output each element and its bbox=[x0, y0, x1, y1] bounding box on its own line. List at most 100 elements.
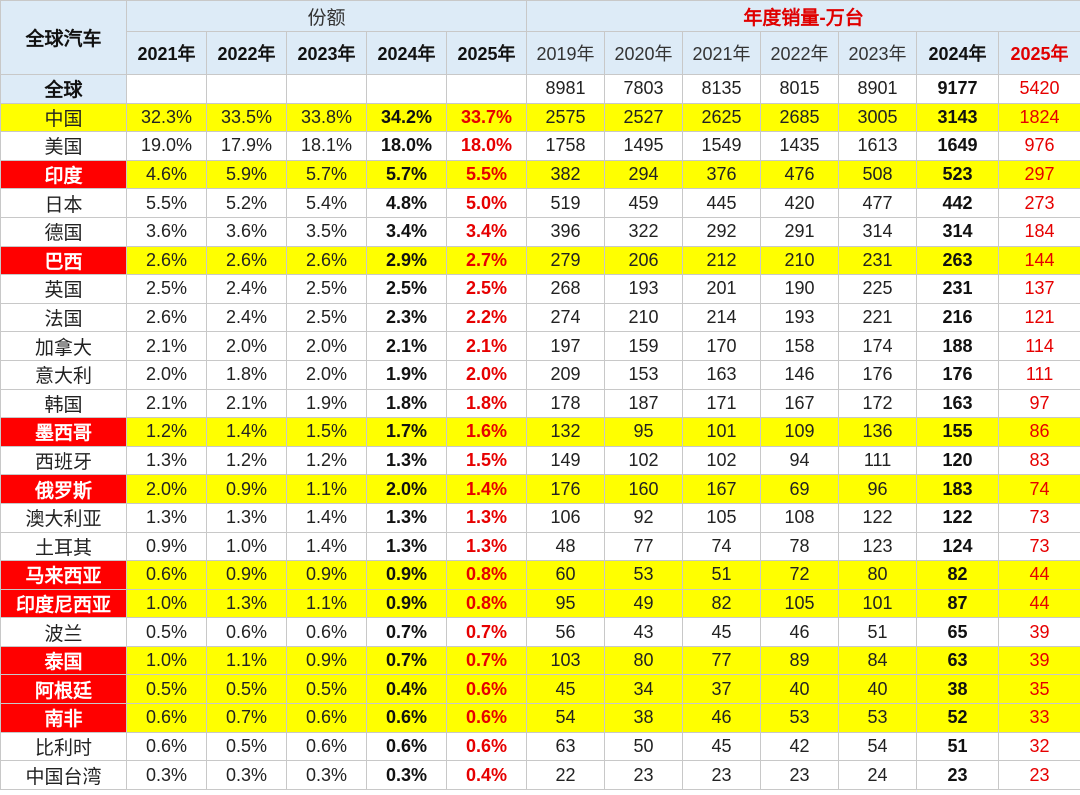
sales-cell: 163 bbox=[916, 388, 1000, 419]
share-cell: 1.3% bbox=[366, 502, 447, 533]
sales-cell: 193 bbox=[604, 274, 684, 304]
share-cell: 0.7% bbox=[445, 645, 528, 676]
share-cell: 0.3% bbox=[206, 760, 287, 790]
sales-cell: 108 bbox=[760, 502, 840, 533]
share-cell: 0.9% bbox=[206, 474, 287, 504]
share-cell: 2.3% bbox=[366, 302, 447, 333]
country-name: 法国 bbox=[0, 302, 127, 333]
share-cell: 1.3% bbox=[445, 531, 528, 562]
sales-cell: 120 bbox=[916, 445, 1000, 476]
share-year-header: 2025年 bbox=[445, 31, 528, 75]
sales-cell: 51 bbox=[838, 617, 918, 647]
sales-cell: 210 bbox=[760, 245, 840, 276]
share-cell: 0.5% bbox=[206, 731, 287, 762]
sales-cell: 38 bbox=[916, 674, 1000, 705]
sales-cell: 268 bbox=[526, 274, 606, 304]
sales-cell: 105 bbox=[760, 588, 840, 619]
sales-cell: 314 bbox=[838, 216, 918, 247]
sales-cell: 122 bbox=[916, 502, 1000, 533]
country-name: 印度尼西亚 bbox=[0, 588, 127, 619]
sales-cell: 176 bbox=[916, 359, 1000, 390]
country-name: 南非 bbox=[0, 703, 127, 733]
share-cell: 2.9% bbox=[366, 245, 447, 276]
sales-cell: 158 bbox=[760, 331, 840, 361]
sales-cell: 273 bbox=[998, 188, 1080, 218]
sales-cell: 121 bbox=[998, 302, 1080, 333]
sales-cell: 24 bbox=[838, 760, 918, 790]
sales-cell: 82 bbox=[916, 560, 1000, 590]
share-cell: 5.0% bbox=[445, 188, 528, 218]
share-cell: 2.0% bbox=[445, 359, 528, 390]
sales-cell: 97 bbox=[998, 388, 1080, 419]
sales-year-header: 2022年 bbox=[760, 31, 840, 75]
table-row: 印度尼西亚 1.0% 1.3% 1.1% 0.9% 0.8% 95 49 82 105 101 87 4… bbox=[0, 588, 1080, 619]
sales-cell: 23 bbox=[760, 760, 840, 790]
sales-cell: 2685 bbox=[760, 102, 840, 133]
share-cell: 2.2% bbox=[445, 302, 528, 333]
share-cell: 1.4% bbox=[286, 531, 367, 562]
sales-cell: 523 bbox=[916, 159, 1000, 190]
sales-year-header: 2019年 bbox=[526, 31, 606, 75]
share-cell: 1.0% bbox=[126, 588, 207, 619]
share-year-header: 2023年 bbox=[286, 31, 367, 75]
country-name: 巴西 bbox=[0, 245, 127, 276]
country-name: 英国 bbox=[0, 274, 127, 304]
sales-cell: 49 bbox=[604, 588, 684, 619]
sales-cell: 231 bbox=[838, 245, 918, 276]
sales-cell: 102 bbox=[682, 445, 762, 476]
sales-year-header: 2021年 bbox=[682, 31, 762, 75]
sales-cell: 106 bbox=[526, 502, 606, 533]
sales-cell: 210 bbox=[604, 302, 684, 333]
share-cell: 1.4% bbox=[206, 417, 287, 447]
country-name: 加拿大 bbox=[0, 331, 127, 361]
share-cell: 2.0% bbox=[366, 474, 447, 504]
share-cell: 19.0% bbox=[126, 131, 207, 161]
sales-cell: 43 bbox=[604, 617, 684, 647]
share-cell: 2.0% bbox=[126, 359, 207, 390]
share-cell: 1.3% bbox=[126, 502, 207, 533]
share-cell: 0.6% bbox=[445, 674, 528, 705]
sales-year-header: 2025年 bbox=[998, 31, 1080, 75]
sales-cell: 95 bbox=[526, 588, 606, 619]
sales-cell: 53 bbox=[604, 560, 684, 590]
sales-cell: 172 bbox=[838, 388, 918, 419]
table-body: 全球 8981 7803 8135 8015 8901 9177 5420 中国 32.3% 33.… bbox=[0, 74, 1080, 790]
sales-cell: 83 bbox=[998, 445, 1080, 476]
share-cell: 1.3% bbox=[126, 445, 207, 476]
share-cell: 0.6% bbox=[126, 703, 207, 733]
share-cell: 1.7% bbox=[366, 417, 447, 447]
share-cell: 0.3% bbox=[366, 760, 447, 790]
sales-cell: 72 bbox=[760, 560, 840, 590]
sales-cell: 1649 bbox=[916, 131, 1000, 161]
share-group-header: 份额 bbox=[125, 0, 528, 32]
share-cell: 0.6% bbox=[445, 703, 528, 733]
sales-cell: 39 bbox=[998, 645, 1080, 676]
sales-cell: 163 bbox=[682, 359, 762, 390]
country-name: 土耳其 bbox=[0, 531, 127, 562]
sales-cell: 2527 bbox=[604, 102, 684, 133]
share-cell: 0.4% bbox=[445, 760, 528, 790]
sales-cell: 8981 bbox=[526, 74, 606, 104]
share-cell: 1.3% bbox=[206, 588, 287, 619]
country-name: 中国 bbox=[0, 102, 127, 133]
share-cell: 0.9% bbox=[286, 645, 367, 676]
share-cell: 33.5% bbox=[206, 102, 287, 133]
table-row: 中国台湾 0.3% 0.3% 0.3% 0.3% 0.4% 22 23 23 23 24 23 23 bbox=[0, 760, 1080, 790]
sales-cell: 445 bbox=[682, 188, 762, 218]
sales-cell: 420 bbox=[760, 188, 840, 218]
sales-cell: 209 bbox=[526, 359, 606, 390]
sales-cell: 442 bbox=[916, 188, 1000, 218]
sales-cell: 376 bbox=[682, 159, 762, 190]
sales-cell: 77 bbox=[682, 645, 762, 676]
sales-cell: 111 bbox=[998, 359, 1080, 390]
table-row: 墨西哥 1.2% 1.4% 1.5% 1.7% 1.6% 132 95 101 109 136 155… bbox=[0, 417, 1080, 447]
share-cell: 0.5% bbox=[206, 674, 287, 705]
sales-cell: 9177 bbox=[916, 74, 1000, 104]
country-name: 比利时 bbox=[0, 731, 127, 762]
sales-cell: 44 bbox=[998, 588, 1080, 619]
share-cell: 3.6% bbox=[126, 216, 207, 247]
share-cell: 1.2% bbox=[206, 445, 287, 476]
sales-cell: 5420 bbox=[998, 74, 1080, 104]
sales-cell: 3005 bbox=[838, 102, 918, 133]
share-cell: 0.9% bbox=[206, 560, 287, 590]
